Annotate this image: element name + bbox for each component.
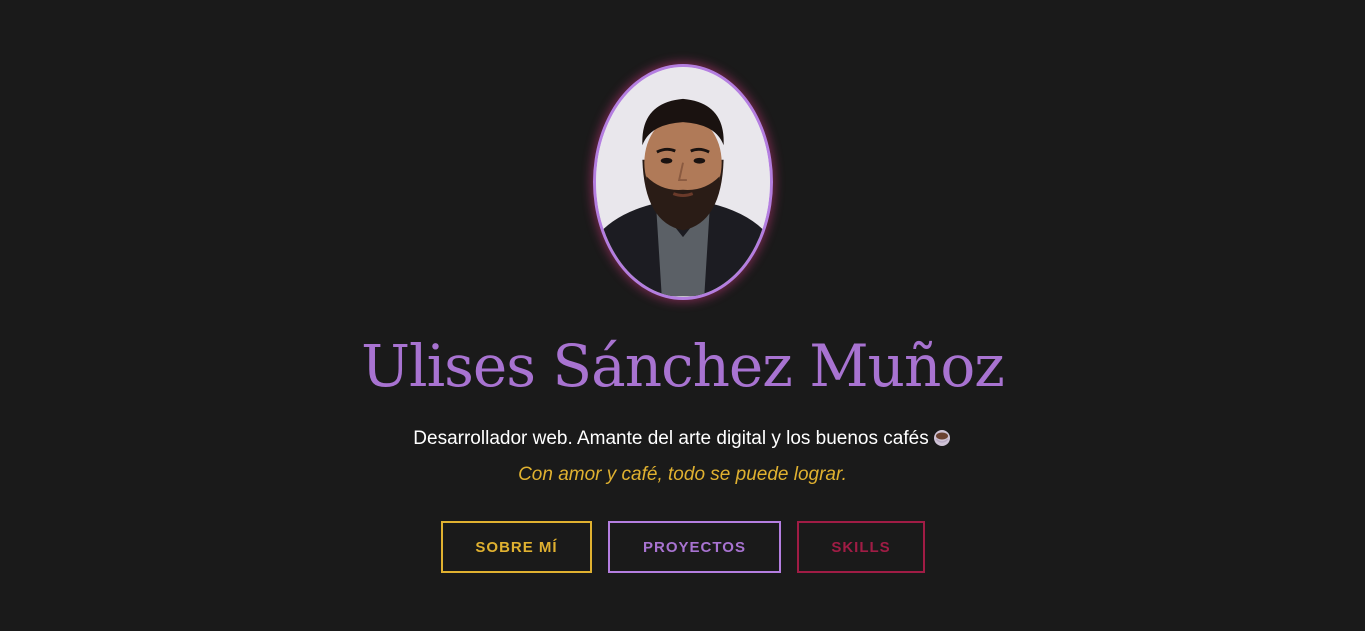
skills-button[interactable]: SKILLS [797,521,925,573]
bio-text-container: Desarrollador web. Amante del arte digit… [0,426,1365,455]
avatar [593,64,773,300]
bio-text: Desarrollador web. Amante del arte digit… [413,428,929,449]
projects-button[interactable]: PROYECTOS [608,521,781,573]
about-button[interactable]: SOBRE MÍ [441,521,592,573]
hero-section: Ulises Sánchez Muñoz Desarrollador web. … [0,0,1365,631]
profile-photo [596,67,770,297]
main-nav: SOBRE MÍ PROYECTOS SKILLS [441,521,925,573]
page-title: Ulises Sánchez Muñoz [361,332,1005,400]
motto-text: Con amor y café, todo se puede lograr. [518,464,847,485]
coffee-icon [932,427,952,455]
